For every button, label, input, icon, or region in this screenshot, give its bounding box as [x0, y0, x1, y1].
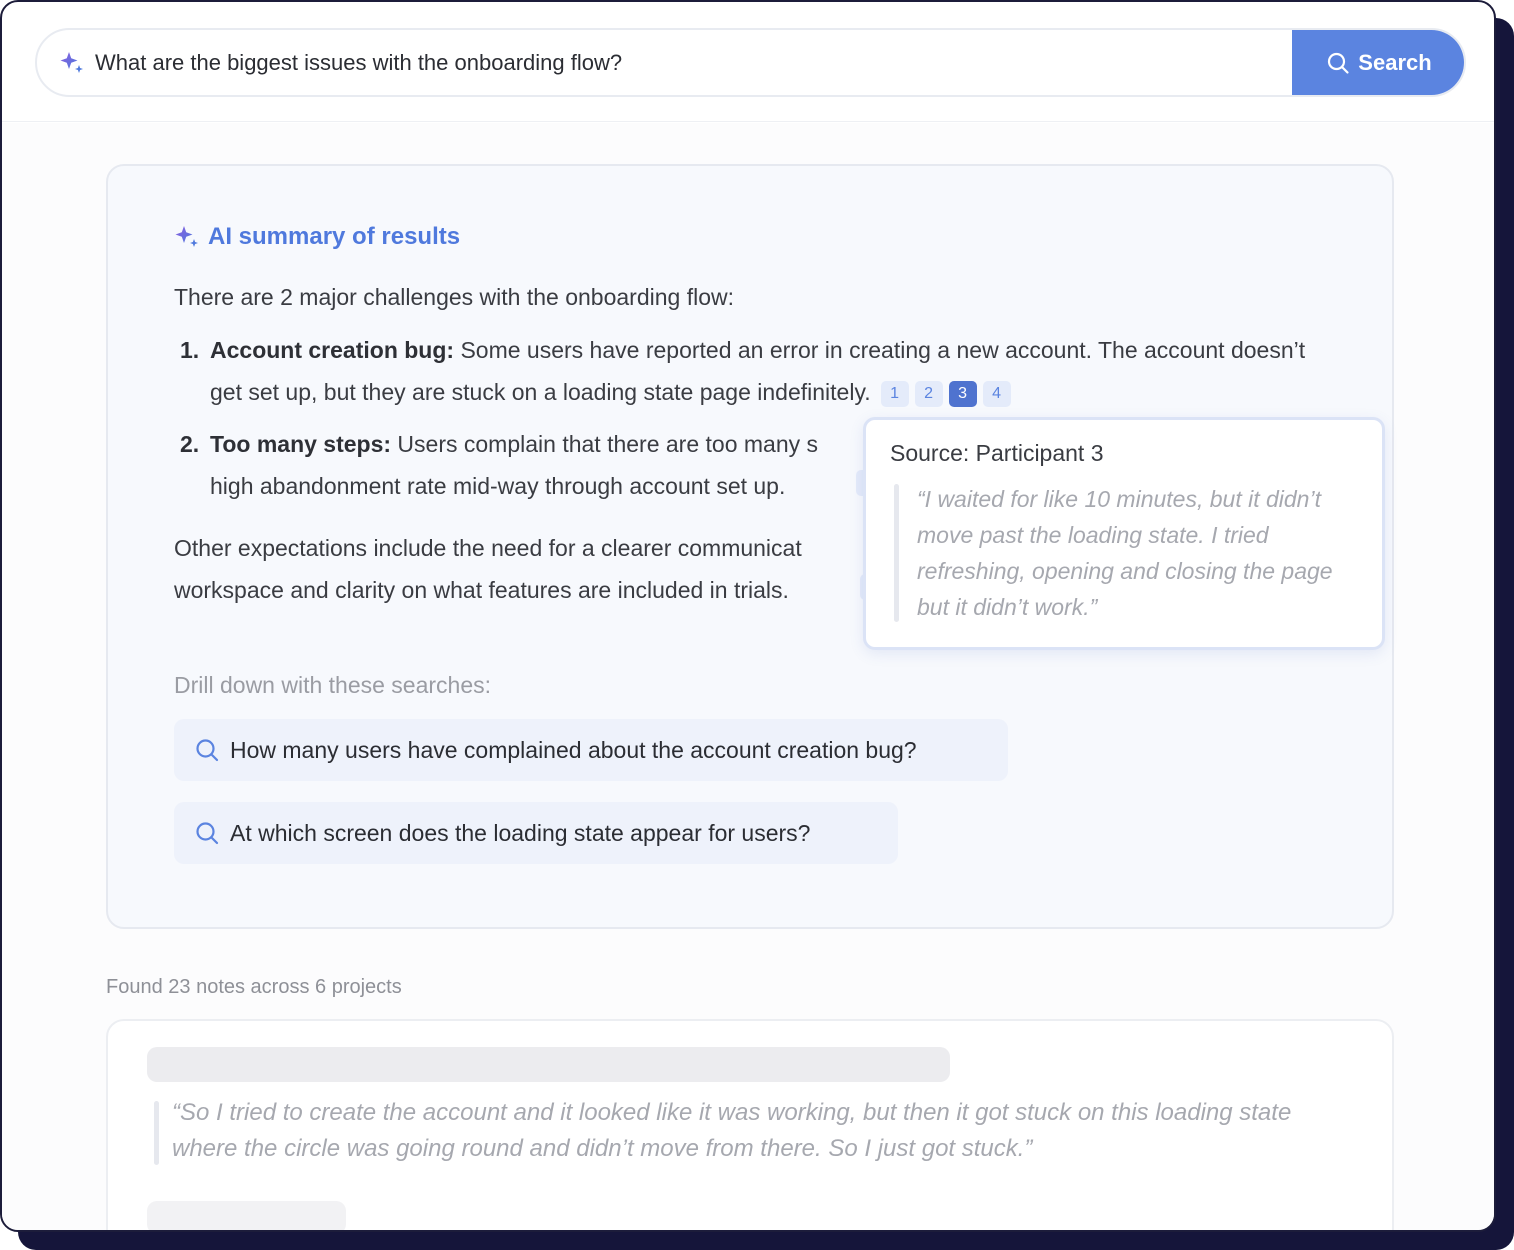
item-heading: Account creation bug: [210, 337, 455, 363]
summary-title: AI summary of results [174, 223, 460, 251]
summary-item: 1. Account creation bug: Some users have… [180, 329, 1330, 413]
citation-badge[interactable]: 4 [982, 381, 1011, 407]
citation-badge[interactable]: 1 [880, 381, 909, 407]
skeleton-placeholder [147, 1201, 346, 1230]
app-window: What are the biggest issues with the onb… [0, 0, 1496, 1232]
item-text: high abandonment rate mid-way through ac… [210, 473, 786, 499]
note-quote: “So I tried to create the account and it… [172, 1099, 1292, 1162]
citation-badge[interactable]: 2 [914, 381, 943, 407]
note-result-card[interactable]: “So I tried to create the account and it… [106, 1019, 1394, 1230]
sparkle-icon [175, 226, 198, 247]
search-icon [1328, 52, 1349, 74]
drill-down-label: Drill down with these searches: [174, 672, 492, 698]
summary-intro: There are 2 major challenges with the on… [174, 284, 734, 310]
search-query-text[interactable]: What are the biggest issues with the onb… [95, 50, 622, 76]
results-count: Found 23 notes across 6 projects [106, 976, 402, 998]
drill-search-label: At which screen does the loading state a… [230, 819, 811, 846]
drill-search-label: How many users have complained about the… [230, 736, 917, 763]
search-bar[interactable]: What are the biggest issues with the onb… [35, 28, 1466, 97]
source-popover: Source: Participant 3 “I waited for like… [863, 417, 1385, 650]
search-icon [196, 822, 219, 845]
summary-text-line: Other expectations include the need for … [174, 535, 802, 561]
drill-search-suggestion[interactable]: At which screen does the loading state a… [174, 802, 898, 864]
item-number: 1. [180, 337, 200, 363]
summary-title-text: AI summary of results [208, 223, 461, 250]
summary-other-expectations: Other expectations include the need for … [174, 527, 864, 611]
item-text: Users complain that there are too many s [391, 431, 819, 457]
search-header: What are the biggest issues with the onb… [2, 2, 1494, 122]
search-icon [196, 739, 219, 762]
summary-text-line: workspace and clarity on what features a… [174, 577, 789, 603]
drill-search-suggestion[interactable]: How many users have complained about the… [174, 719, 1008, 781]
item-heading: Too many steps: [210, 431, 392, 457]
search-button[interactable]: Search [1292, 30, 1464, 95]
quote-bar [154, 1101, 159, 1165]
summary-item: 2. Too many steps: Users complain that t… [180, 423, 860, 507]
citation-badge-active[interactable]: 3 [948, 381, 977, 407]
search-button-label: Search [1358, 49, 1432, 75]
sparkle-icon [60, 52, 83, 73]
citation-group: 1234 [880, 381, 1011, 407]
item-number: 2. [180, 431, 200, 457]
popover-source: Source: Participant 3 [890, 440, 1104, 466]
popover-quote: “I waited for like 10 minutes, but it di… [917, 486, 1333, 620]
quote-bar [894, 484, 899, 622]
skeleton-placeholder [147, 1047, 950, 1082]
results-area: AI summary of results There are 2 major … [2, 123, 1494, 1230]
